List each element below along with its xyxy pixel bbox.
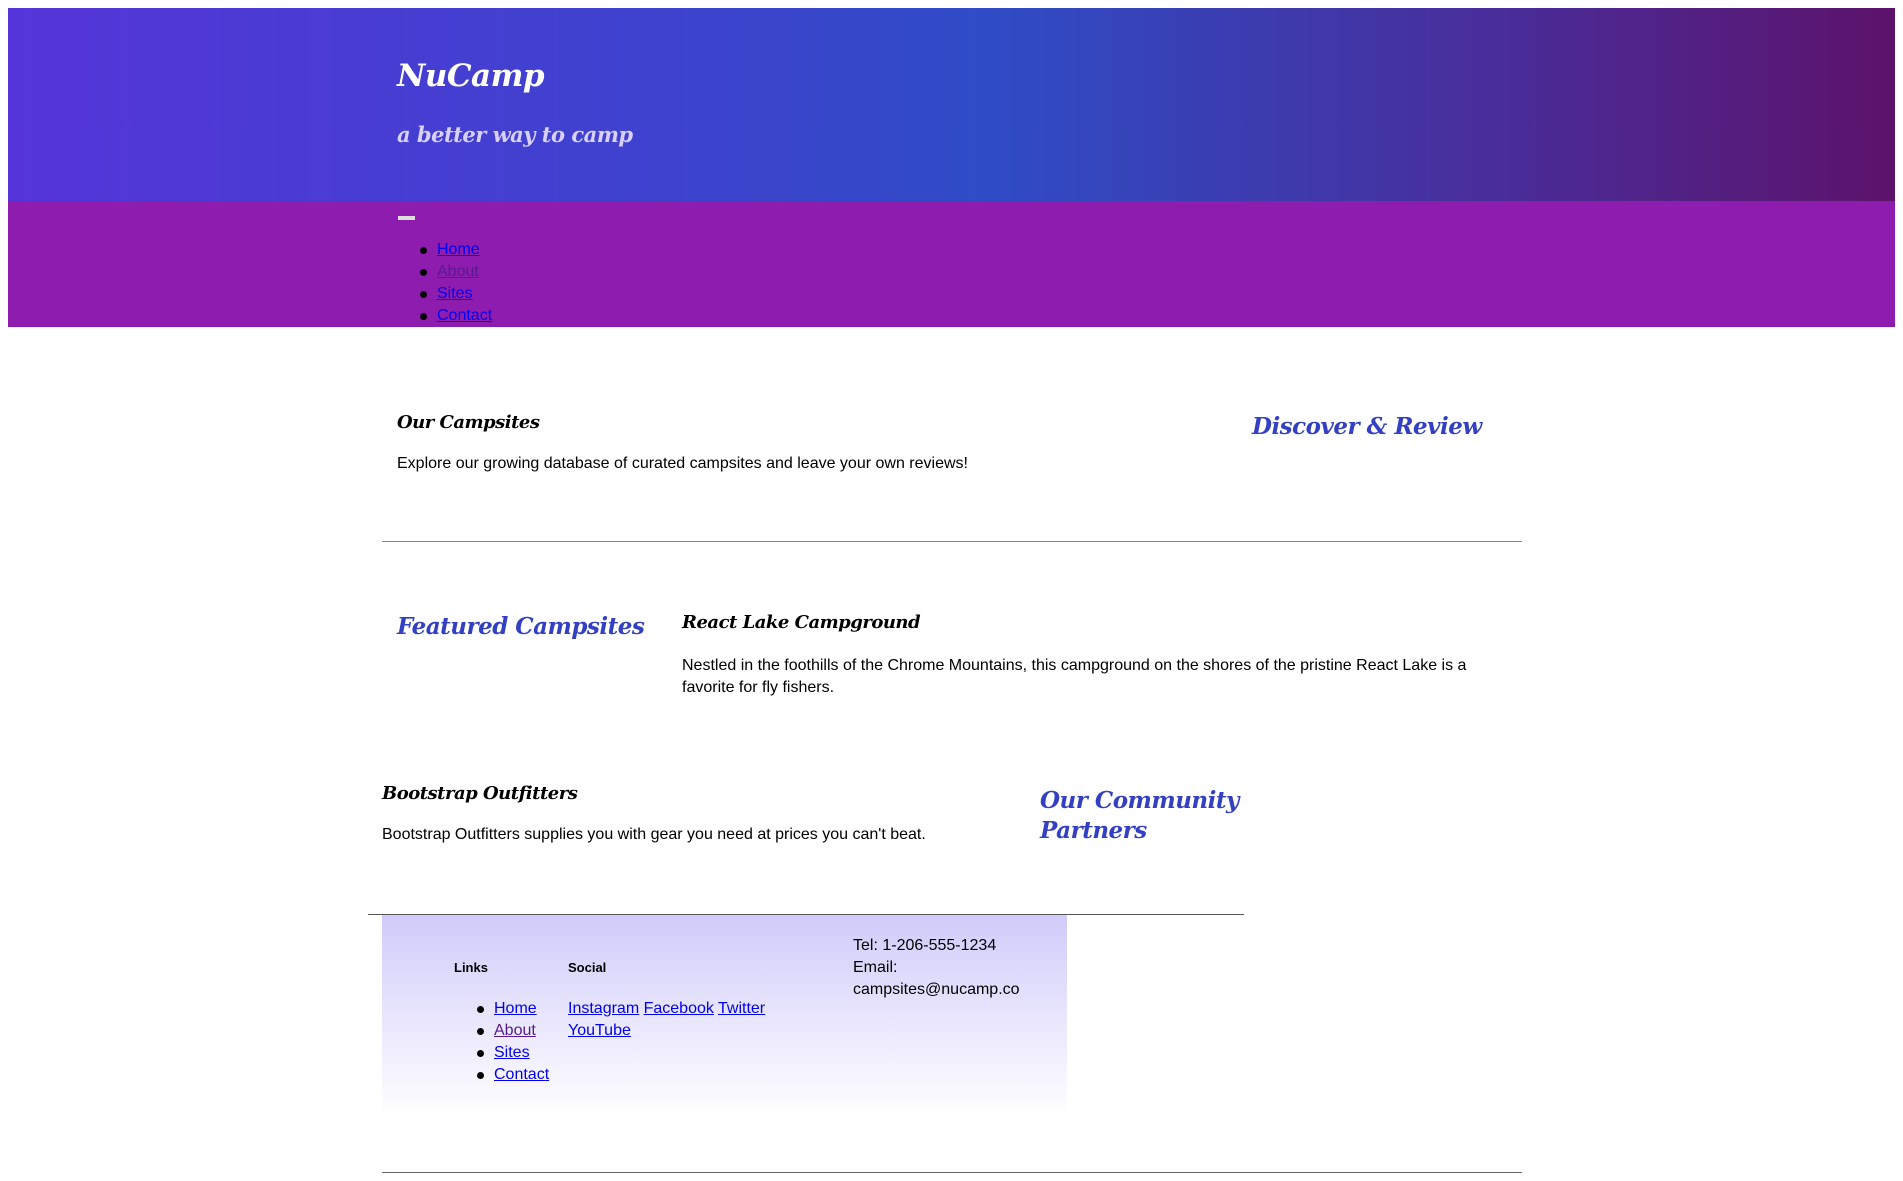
featured-campsites-heading: Featured Campsites bbox=[397, 613, 645, 640]
header-jumbotron bbox=[8, 8, 1895, 201]
nav-item-contact: Contact bbox=[419, 305, 492, 327]
nav-item-sites: Sites bbox=[419, 283, 492, 305]
footer-email: campsites@nucamp.co bbox=[853, 981, 1020, 998]
tagline: a better way to camp bbox=[397, 122, 633, 147]
footer-link-about[interactable]: About bbox=[494, 1022, 536, 1039]
footer-link-home[interactable]: Home bbox=[494, 1000, 537, 1017]
facebook-link[interactable]: Facebook bbox=[644, 1000, 714, 1017]
youtube-link[interactable]: YouTube bbox=[568, 1022, 631, 1039]
nav-item-home: Home bbox=[419, 239, 492, 261]
campsites-text: Explore our growing database of curated … bbox=[397, 455, 968, 472]
nav-link-about[interactable]: About bbox=[437, 263, 479, 280]
footer-contact: Tel: 1-206-555-1234 Email: campsites@nuc… bbox=[853, 935, 1020, 1001]
twitter-link[interactable]: Twitter bbox=[718, 1000, 765, 1017]
footer-link-item: Sites bbox=[476, 1042, 549, 1064]
footer-link-contact[interactable]: Contact bbox=[494, 1066, 549, 1083]
footer-links: Home About Sites Contact bbox=[476, 998, 549, 1086]
brand-title: NuCamp bbox=[397, 58, 545, 94]
navbar bbox=[8, 201, 1895, 327]
react-lake-text: Nestled in the foothills of the Chrome M… bbox=[682, 657, 1467, 696]
footer-link-item: Contact bbox=[476, 1064, 549, 1086]
bootstrap-outfitters-text: Bootstrap Outfitters supplies you with g… bbox=[382, 826, 926, 843]
nav-link-home[interactable]: Home bbox=[437, 241, 480, 258]
footer-social-links: Instagram Facebook Twitter YouTube bbox=[568, 998, 798, 1042]
footer-email-label: Email: bbox=[853, 959, 898, 976]
nav-list: Home About Sites Contact bbox=[419, 239, 492, 327]
footer-social-heading: Social bbox=[568, 960, 607, 975]
bootstrap-outfitters-title: Bootstrap Outfitters bbox=[382, 783, 578, 804]
react-lake-title: React Lake Campground bbox=[682, 612, 921, 633]
bottom-divider bbox=[382, 1172, 1522, 1173]
footer-link-item: Home bbox=[476, 998, 549, 1020]
nav-link-contact[interactable]: Contact bbox=[437, 307, 492, 324]
nav-link-sites[interactable]: Sites bbox=[437, 285, 473, 302]
campsites-heading: Our Campsites bbox=[397, 412, 540, 433]
footer-tel: Tel: 1-206-555-1234 bbox=[853, 937, 997, 954]
footer-link-item: About bbox=[476, 1020, 549, 1042]
divider bbox=[382, 541, 1522, 542]
discover-review-heading: Discover & Review bbox=[1252, 413, 1482, 440]
instagram-link[interactable]: Instagram bbox=[568, 1000, 639, 1017]
community-partners-heading: Our Community Partners bbox=[1040, 787, 1239, 844]
menu-toggle-icon[interactable] bbox=[398, 216, 415, 220]
nav-item-about: About bbox=[419, 261, 492, 283]
footer-links-heading: Links bbox=[454, 960, 488, 975]
footer-link-sites[interactable]: Sites bbox=[494, 1044, 530, 1061]
